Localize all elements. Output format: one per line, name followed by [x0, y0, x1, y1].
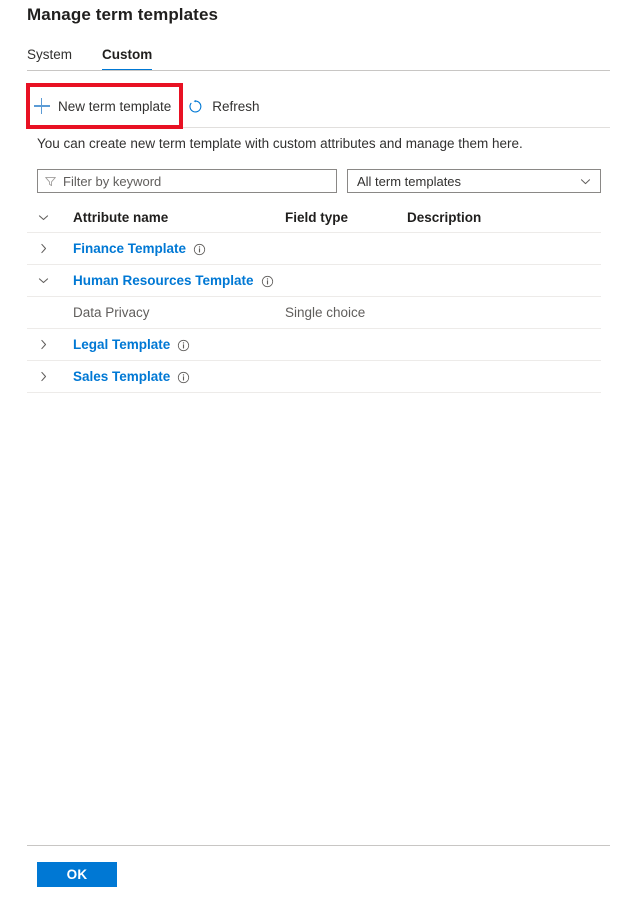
- info-icon[interactable]: [177, 339, 190, 352]
- tab-bar: System Custom: [27, 44, 182, 71]
- manage-term-templates-panel: Manage term templates System Custom New …: [0, 0, 635, 898]
- column-header-field-type: Field type: [285, 210, 349, 225]
- funnel-icon: [44, 175, 57, 188]
- command-bar: New term template Refresh: [27, 86, 270, 126]
- filter-row: All term templates: [37, 169, 601, 193]
- template-link[interactable]: Sales Template: [73, 369, 170, 384]
- term-template-filter-dropdown[interactable]: All term templates: [347, 169, 601, 193]
- info-icon[interactable]: [193, 243, 206, 256]
- tab-system[interactable]: System: [27, 47, 72, 70]
- template-link[interactable]: Finance Template: [73, 241, 186, 256]
- chevron-down-icon: [579, 175, 592, 188]
- footer-divider: [27, 845, 610, 846]
- refresh-icon: [187, 98, 204, 115]
- refresh-label: Refresh: [212, 98, 260, 114]
- row-expand-toggle[interactable]: [27, 370, 65, 383]
- chevron-down-icon: [37, 274, 50, 287]
- chevron-right-icon: [37, 338, 50, 351]
- expand-all-toggle[interactable]: [27, 211, 65, 224]
- search-input[interactable]: [63, 173, 330, 189]
- ok-button[interactable]: OK: [37, 862, 117, 887]
- filter-input-wrapper[interactable]: [37, 169, 337, 193]
- info-icon[interactable]: [261, 275, 274, 288]
- chevron-right-icon: [37, 370, 50, 383]
- chevron-down-icon: [37, 211, 50, 224]
- panel-description: You can create new term template with cu…: [37, 136, 523, 151]
- info-icon[interactable]: [177, 371, 190, 384]
- plus-icon: [33, 98, 50, 115]
- new-term-template-button[interactable]: New term template: [27, 88, 181, 124]
- tab-custom[interactable]: Custom: [102, 47, 153, 71]
- table-row[interactable]: Data Privacy Single choice: [27, 297, 601, 329]
- template-link[interactable]: Legal Template: [73, 337, 170, 352]
- chevron-right-icon: [37, 242, 50, 255]
- refresh-button[interactable]: Refresh: [181, 88, 269, 124]
- row-name-cell: Legal Template: [65, 337, 285, 352]
- column-header-description: Description: [407, 210, 482, 225]
- table-header-row: Attribute name Field type Description: [27, 203, 601, 233]
- attribute-name: Data Privacy: [73, 305, 150, 320]
- tabs-divider: [27, 70, 610, 71]
- column-header-attribute-name: Attribute name: [73, 210, 169, 225]
- table-row[interactable]: Finance Template: [27, 233, 601, 265]
- dropdown-selected-value: All term templates: [357, 173, 462, 189]
- new-term-template-label: New term template: [58, 98, 172, 114]
- row-expand-toggle[interactable]: [27, 242, 65, 255]
- row-name-cell: Human Resources Template: [65, 273, 285, 288]
- row-expand-toggle[interactable]: [27, 338, 65, 351]
- row-name-cell: Finance Template: [65, 241, 285, 256]
- table-row[interactable]: Human Resources Template: [27, 265, 601, 297]
- row-name-cell: Sales Template: [65, 369, 285, 384]
- table-row[interactable]: Sales Template: [27, 361, 601, 393]
- template-link[interactable]: Human Resources Template: [73, 273, 254, 288]
- row-type-cell: Single choice: [285, 305, 366, 320]
- attributes-table: Attribute name Field type Description Fi…: [27, 203, 601, 393]
- command-bar-divider: [27, 127, 610, 128]
- table-row[interactable]: Legal Template: [27, 329, 601, 361]
- row-name-cell: Data Privacy: [65, 305, 285, 320]
- row-expand-toggle[interactable]: [27, 274, 65, 287]
- page-title: Manage term templates: [27, 5, 219, 24]
